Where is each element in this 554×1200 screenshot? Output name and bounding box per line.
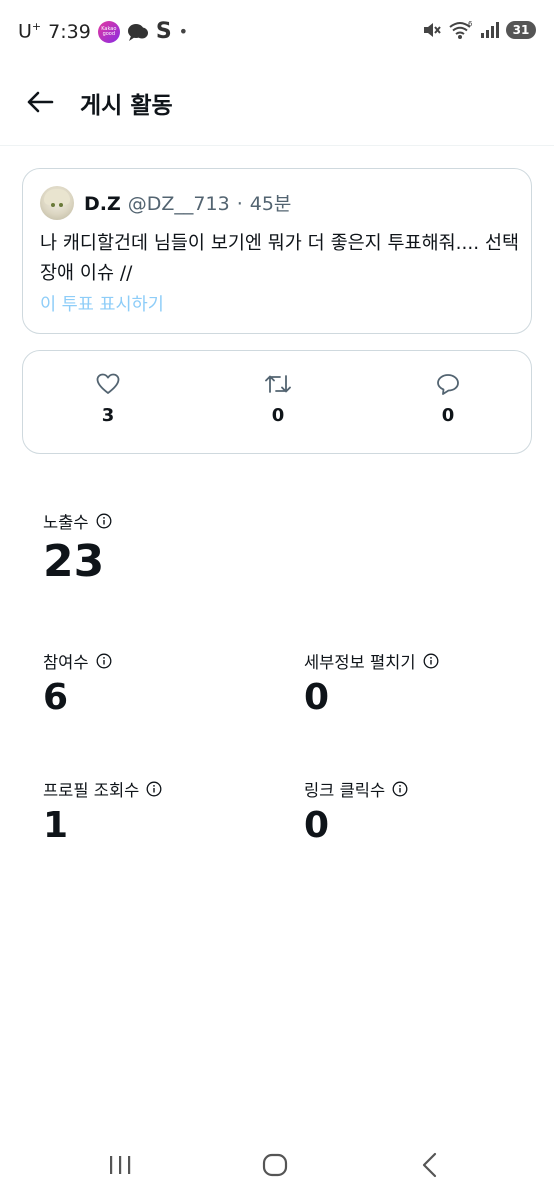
impressions-metric: 노출수 23 — [43, 509, 112, 589]
tweet-card[interactable]: D.Z @DZ__713 · 45분 나 캐디할건데 님들이 보기엔 뭐가 더 … — [22, 168, 532, 334]
wifi-icon: 6 — [449, 20, 473, 39]
home-button[interactable] — [255, 1150, 295, 1180]
engagements-value: 6 — [43, 677, 69, 718]
replies-stat: 0 — [418, 373, 478, 426]
likes-stat: 3 — [78, 373, 138, 426]
show-poll-link[interactable]: 이 투표 표시하기 — [40, 291, 164, 316]
mute-icon — [424, 23, 441, 37]
replies-count: 0 — [441, 405, 455, 426]
link-clicks-value: 0 — [304, 805, 330, 846]
s-icon: S — [155, 19, 172, 44]
clock: 7:39 — [48, 20, 91, 43]
system-back-button[interactable] — [410, 1150, 450, 1180]
author-name[interactable]: D.Z — [84, 193, 121, 215]
info-icon[interactable] — [96, 513, 112, 529]
status-right: 6 31 — [422, 20, 536, 40]
likes-count: 3 — [101, 405, 115, 426]
detail-expands-metric: 세부정보 펼치기 0 — [304, 649, 439, 721]
arrow-left-icon — [27, 91, 54, 113]
author-handle[interactable]: @DZ__713 — [128, 193, 230, 215]
retweets-stat: 0 — [248, 373, 308, 426]
svg-text:6: 6 — [468, 20, 473, 28]
status-bar: U+ 7:39 Kakao good S • 6 31 — [0, 0, 554, 64]
engagements-metric: 참여수 6 — [43, 649, 112, 721]
info-icon[interactable] — [146, 781, 162, 797]
info-icon[interactable] — [392, 781, 408, 797]
reply-icon — [437, 374, 459, 395]
impressions-value: 23 — [43, 536, 105, 587]
impressions-label: 노출수 — [43, 513, 89, 532]
status-left: U+ 7:39 Kakao good S • — [18, 19, 188, 44]
detail-expands-label: 세부정보 펼치기 — [304, 653, 416, 672]
back-button[interactable] — [20, 82, 60, 122]
carrier-label: U+ — [18, 20, 42, 43]
page-title: 게시 활동 — [80, 93, 173, 119]
back-icon — [422, 1152, 437, 1178]
notification-dot: • — [178, 22, 189, 41]
retweet-icon — [265, 375, 291, 393]
profile-visits-value: 1 — [43, 805, 69, 846]
retweets-count: 0 — [271, 405, 285, 426]
meta-separator: · — [236, 193, 243, 215]
signal-icon — [481, 22, 499, 38]
engagement-card: 3 0 0 — [22, 350, 532, 454]
battery-icon: 31 — [506, 21, 536, 39]
engagements-label: 참여수 — [43, 653, 89, 672]
page-header: 게시 활동 — [0, 64, 554, 146]
profile-visits-label: 프로필 조회수 — [43, 781, 140, 800]
link-clicks-metric: 링크 클릭수 0 — [304, 777, 408, 849]
tweet-meta: D.Z @DZ__713 · 45분 — [84, 189, 291, 216]
info-icon[interactable] — [96, 653, 112, 669]
tweet-time: 45분 — [249, 193, 292, 215]
recent-apps-button[interactable] — [100, 1150, 140, 1180]
info-icon[interactable] — [423, 653, 439, 669]
avatar[interactable] — [40, 186, 74, 220]
chat-bubble-icon — [127, 23, 148, 41]
kakao-app-icon: Kakao good — [97, 20, 120, 43]
profile-visits-metric: 프로필 조회수 1 — [43, 777, 162, 849]
system-nav-bar — [0, 1130, 554, 1200]
detail-expands-value: 0 — [304, 677, 330, 718]
recent-apps-icon — [110, 1156, 131, 1174]
tweet-text: 나 캐디할건데 님들이 보기엔 뭐가 더 좋은지 투표해줘.... 선택장애 이… — [40, 233, 520, 284]
heart-icon — [96, 373, 120, 394]
link-clicks-label: 링크 클릭수 — [304, 781, 386, 800]
home-icon — [262, 1153, 288, 1177]
